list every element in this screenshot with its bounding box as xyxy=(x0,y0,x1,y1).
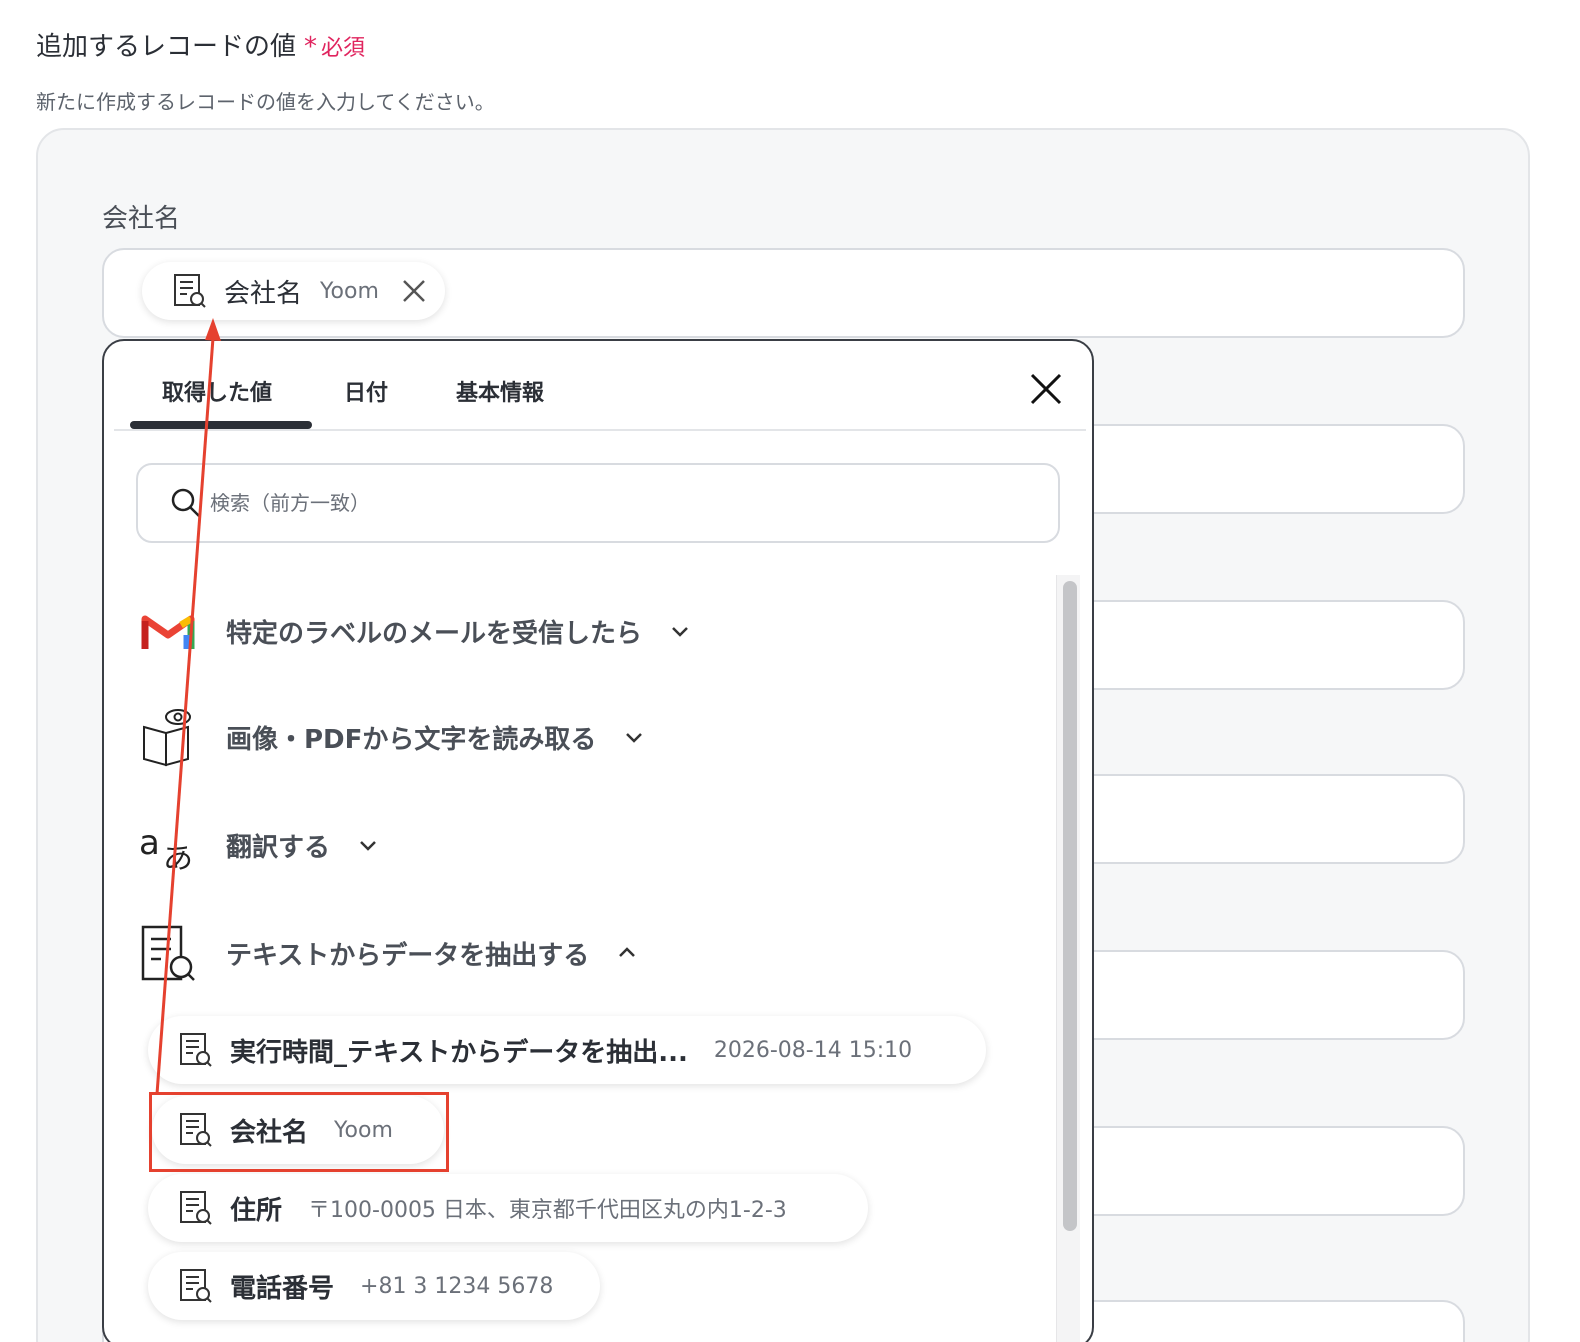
chevron-down-icon xyxy=(672,627,688,637)
close-icon[interactable] xyxy=(1028,371,1064,407)
search-input[interactable] xyxy=(210,491,1010,515)
document-search-icon xyxy=(178,1188,214,1228)
tab-date[interactable]: 日付 xyxy=(344,375,388,407)
chip-name: 会社名 xyxy=(224,278,303,309)
scrollbar[interactable] xyxy=(1056,575,1080,1342)
value-item-phone[interactable]: 電話番号 +81 3 1234 5678 xyxy=(148,1252,600,1320)
section-title-text: 追加するレコードの値 xyxy=(36,32,297,62)
value-item-name: 実行時間_テキストからデータを抽出... xyxy=(230,1037,688,1068)
section-title: 追加するレコードの値 * 必須 xyxy=(36,26,365,63)
value-item-execution-time[interactable]: 実行時間_テキストからデータを抽出... 2026-08-14 15:10 xyxy=(148,1016,986,1084)
required-asterisk: * xyxy=(304,32,318,62)
group-translate[interactable]: aあ 翻訳する xyxy=(138,815,380,875)
group-extract-data[interactable]: テキストからデータを抽出する xyxy=(138,923,639,983)
gmail-icon xyxy=(138,601,198,661)
value-item-address[interactable]: 住所 〒100-0005 日本、東京都千代田区丸の内1-2-3 xyxy=(148,1174,868,1242)
group-gmail-trigger[interactable]: 特定のラベルのメールを受信したら xyxy=(138,601,692,661)
group-label: 翻訳する xyxy=(226,832,331,863)
group-label: 特定のラベルのメールを受信したら xyxy=(226,618,643,649)
tab-acquired-values[interactable]: 取得した値 xyxy=(162,375,272,407)
svg-text:a: a xyxy=(139,823,160,863)
required-label: 必須 xyxy=(321,36,366,61)
close-icon[interactable] xyxy=(401,278,427,304)
group-label: テキストからデータを抽出する xyxy=(226,940,590,971)
translate-icon: aあ xyxy=(138,815,198,875)
tab-basic-info[interactable]: 基本情報 xyxy=(456,375,544,407)
chevron-down-icon xyxy=(626,733,643,743)
search-box xyxy=(136,463,1060,543)
search-icon xyxy=(170,487,202,519)
value-item-value: +81 3 1234 5678 xyxy=(360,1273,554,1299)
group-label: 画像・PDFから文字を読み取る xyxy=(226,724,597,755)
chevron-down-icon xyxy=(360,841,376,851)
value-item-value: 〒100-0005 日本、東京都千代田区丸の内1-2-3 xyxy=(308,1198,787,1223)
value-item-value: 2026-08-14 15:10 xyxy=(713,1037,913,1063)
annotation-highlight-box xyxy=(149,1092,449,1172)
group-ocr[interactable]: 画像・PDFから文字を読み取る xyxy=(138,707,646,767)
document-search-icon xyxy=(172,271,208,311)
required-badge: * 必須 xyxy=(304,30,365,62)
tab-bar: 取得した値 日付 基本情報 xyxy=(114,341,1086,431)
company-name-label: 会社名 xyxy=(102,204,181,234)
svg-text:あ: あ xyxy=(163,841,193,870)
document-search-icon xyxy=(178,1266,214,1306)
scrollbar-thumb[interactable] xyxy=(1063,581,1077,1231)
chevron-up-icon xyxy=(619,947,636,957)
document-search-icon xyxy=(178,1030,214,1070)
document-search-icon xyxy=(138,923,198,983)
section-description: 新たに作成するレコードの値を入力してください。 xyxy=(36,90,495,114)
value-item-name: 住所 xyxy=(230,1195,283,1226)
chip-value: Yoom xyxy=(320,278,379,304)
active-tab-indicator xyxy=(130,421,312,429)
value-item-name: 電話番号 xyxy=(230,1273,335,1304)
ocr-book-icon xyxy=(138,707,198,767)
company-name-chip[interactable]: 会社名 Yoom xyxy=(142,262,445,320)
